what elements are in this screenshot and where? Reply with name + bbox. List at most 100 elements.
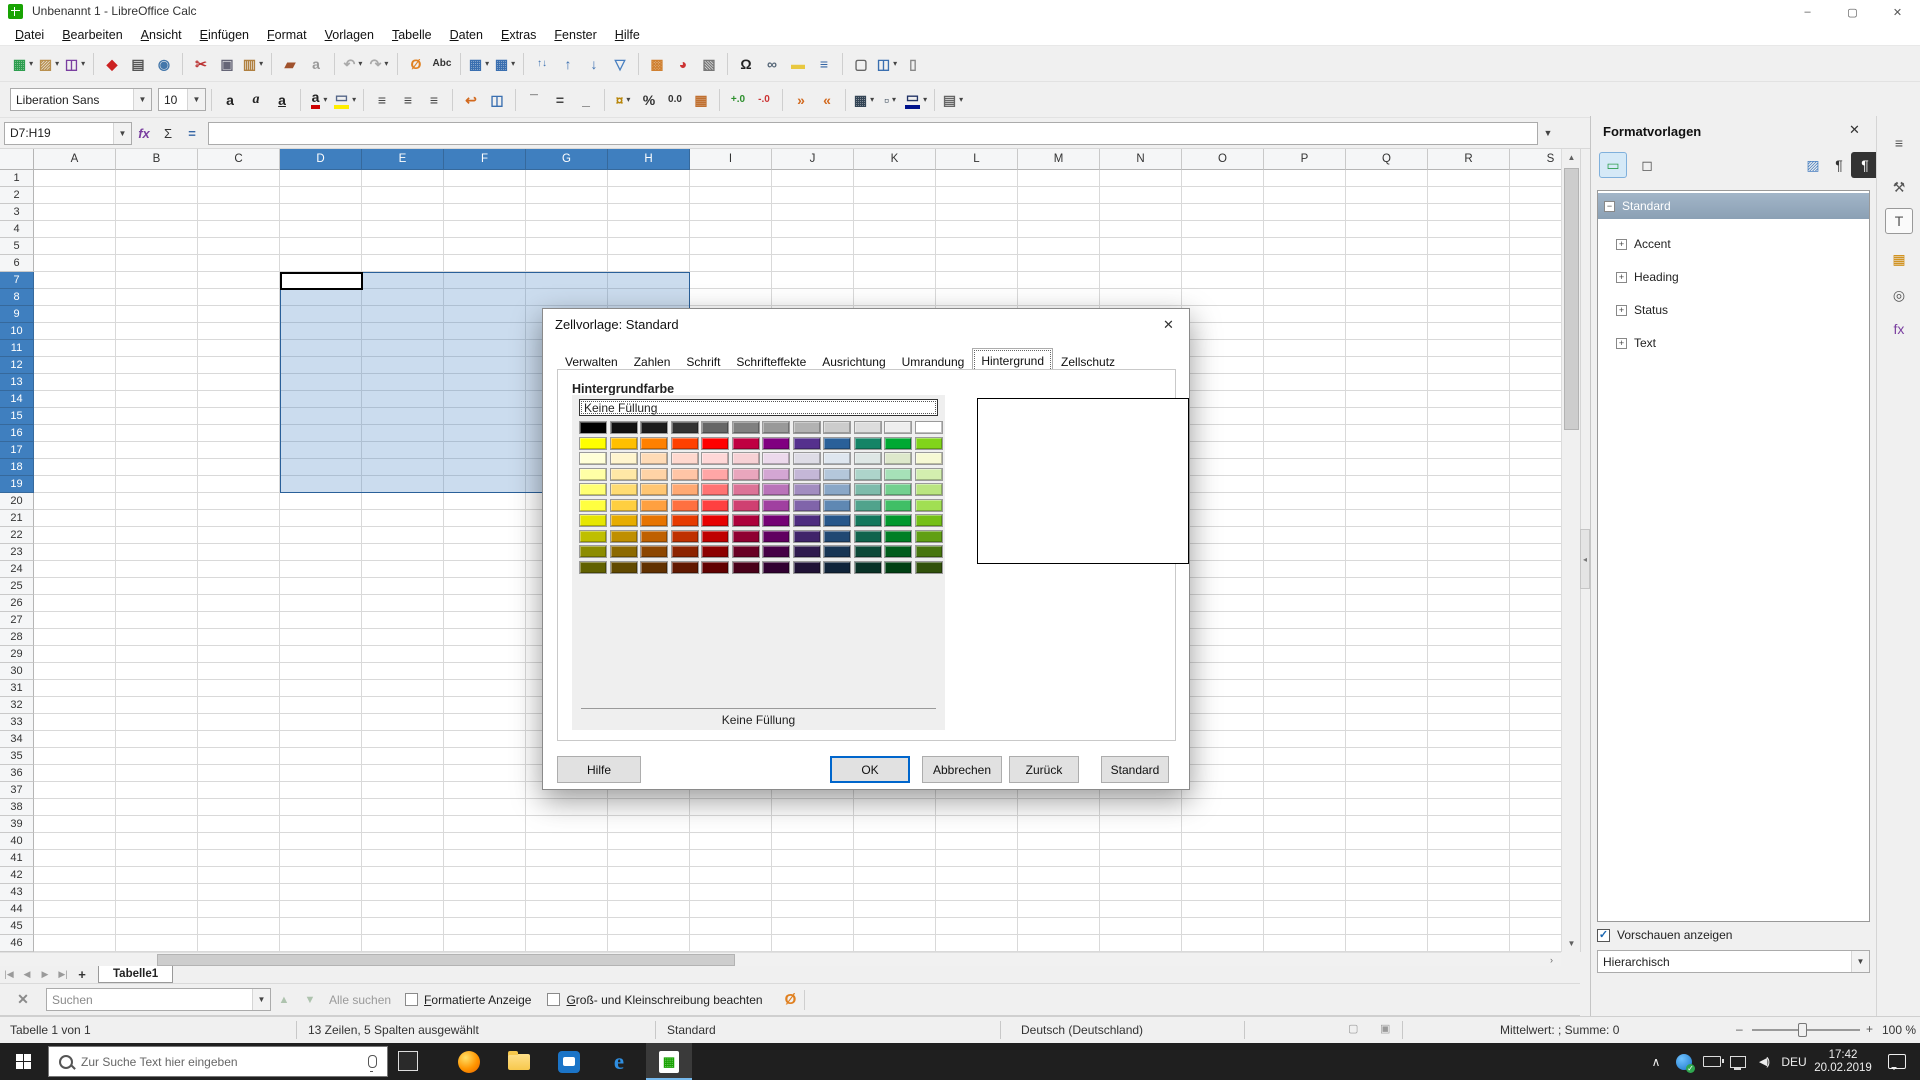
color-swatch-r3c12[interactable] — [914, 452, 943, 465]
row-header-20[interactable]: 20 — [0, 493, 34, 510]
color-swatch-r1c11[interactable] — [884, 421, 912, 434]
row-header-7[interactable]: 7 — [0, 272, 34, 289]
color-swatch-r10c3[interactable] — [640, 560, 668, 574]
print-area-button[interactable]: ▢ — [849, 51, 873, 77]
minimize-button[interactable]: – — [1785, 0, 1830, 24]
chevron-down-icon[interactable]: ▾ — [29, 59, 33, 68]
open-button[interactable]: ▨ ▾ — [37, 51, 61, 77]
chevron-down-icon[interactable]: ▾ — [358, 59, 362, 68]
color-swatch-r2c11[interactable] — [884, 436, 912, 450]
color-swatch-r3c9[interactable] — [823, 452, 851, 465]
row-header-3[interactable]: 3 — [0, 204, 34, 221]
align-right-button[interactable]: ≡ — [422, 87, 446, 113]
borders-button[interactable]: ▦ ▾ — [852, 87, 876, 113]
insert-comment-button[interactable]: ▬ — [786, 51, 810, 77]
selection-mode-icon[interactable]: ▢ — [1348, 1022, 1358, 1035]
column-header-g[interactable]: G — [526, 149, 608, 170]
row-header-1[interactable]: 1 — [0, 170, 34, 187]
row-header-28[interactable]: 28 — [0, 629, 34, 646]
equals-button[interactable]: = — [180, 121, 204, 145]
color-swatch-r4c2[interactable] — [609, 467, 638, 481]
color-swatch-r2c7[interactable] — [762, 436, 790, 450]
date-format-button[interactable]: ▦ — [689, 87, 713, 113]
sidebar-settings-icon[interactable]: ≡ — [1885, 130, 1913, 156]
row-header-44[interactable]: 44 — [0, 901, 34, 918]
battery-tray-icon[interactable] — [1700, 1043, 1724, 1080]
row-header-26[interactable]: 26 — [0, 595, 34, 612]
column-header-d[interactable]: D — [280, 149, 362, 170]
search-input[interactable]: Suchen ▼ — [46, 988, 271, 1011]
align-center-button[interactable]: ≡ — [396, 87, 420, 113]
sort-button[interactable]: ↑↓ — [530, 51, 554, 77]
row-header-2[interactable]: 2 — [0, 187, 34, 204]
sum-button[interactable]: Σ — [156, 121, 180, 145]
row-header-38[interactable]: 38 — [0, 799, 34, 816]
close-button[interactable]: ✕ — [1875, 0, 1920, 24]
color-swatch-r8c11[interactable] — [884, 529, 912, 543]
row-header-24[interactable]: 24 — [0, 561, 34, 578]
color-swatch-r4c4[interactable] — [670, 467, 699, 481]
color-swatch-r9c5[interactable] — [701, 545, 729, 558]
color-swatch-r2c10[interactable] — [853, 436, 882, 450]
color-swatch-r2c1[interactable] — [579, 436, 607, 450]
color-swatch-r4c5[interactable] — [701, 467, 729, 481]
column-header-k[interactable]: K — [854, 149, 936, 170]
insert-column-button[interactable]: ▦ ▾ — [493, 51, 517, 77]
vertical-scrollbar-thumb[interactable] — [1564, 168, 1579, 430]
find-and-replace-icon[interactable]: Ø — [785, 991, 797, 1008]
row-header-18[interactable]: 18 — [0, 459, 34, 476]
menu-daten[interactable]: Daten — [441, 26, 492, 44]
menu-fenster[interactable]: Fenster — [545, 26, 605, 44]
color-swatch-r4c9[interactable] — [823, 467, 851, 481]
split-window-button[interactable]: ▯ — [901, 51, 925, 77]
properties-icon[interactable]: ⚒ — [1885, 174, 1913, 200]
color-swatch-r9c3[interactable] — [640, 545, 668, 558]
row-header-8[interactable]: 8 — [0, 289, 34, 306]
color-swatch-r4c7[interactable] — [762, 467, 790, 481]
edge-taskbar-icon[interactable]: e — [596, 1043, 642, 1080]
sum-average-status[interactable]: Mittelwert: ; Summe: 0 — [1500, 1023, 1619, 1037]
find-next-button[interactable]: ▼ — [297, 994, 323, 1006]
color-swatch-r1c7[interactable] — [762, 421, 790, 434]
color-swatch-r1c9[interactable] — [823, 421, 851, 434]
color-swatch-r9c4[interactable] — [670, 545, 699, 558]
color-swatch-r9c7[interactable] — [762, 545, 790, 558]
color-swatch-r7c9[interactable] — [823, 514, 851, 527]
align-top-button[interactable]: ¯ — [522, 87, 546, 113]
color-swatch-r8c4[interactable] — [670, 529, 699, 543]
color-swatch-r4c8[interactable] — [792, 467, 821, 481]
row-header-11[interactable]: 11 — [0, 340, 34, 357]
color-swatch-r4c1[interactable] — [579, 467, 607, 481]
first-sheet-button[interactable]: |◀ — [0, 969, 18, 980]
horizontal-scrollbar-thumb[interactable] — [157, 954, 735, 966]
row-header-6[interactable]: 6 — [0, 255, 34, 272]
color-swatch-r8c9[interactable] — [823, 529, 851, 543]
color-swatch-r7c4[interactable] — [670, 514, 699, 527]
color-swatch-r9c2[interactable] — [609, 545, 638, 558]
color-swatch-r1c3[interactable] — [640, 421, 668, 434]
help-button[interactable]: Hilfe — [557, 756, 641, 783]
color-swatch-r6c6[interactable] — [731, 498, 760, 512]
chevron-down-icon[interactable]: ▾ — [55, 59, 59, 68]
color-swatch-r6c3[interactable] — [640, 498, 668, 512]
save-button[interactable]: ◫ ▾ — [63, 51, 87, 77]
color-swatch-r7c1[interactable] — [579, 514, 607, 527]
color-swatch-r7c8[interactable] — [792, 514, 821, 527]
color-swatch-r7c7[interactable] — [762, 514, 790, 527]
color-swatch-r7c6[interactable] — [731, 514, 760, 527]
insert-image-button[interactable]: ▩ — [645, 51, 669, 77]
collapse-icon[interactable]: − — [1604, 200, 1615, 212]
row-header-30[interactable]: 30 — [0, 663, 34, 680]
color-swatch-r10c12[interactable] — [914, 560, 943, 574]
row-header-32[interactable]: 32 — [0, 697, 34, 714]
color-swatch-r5c6[interactable] — [731, 483, 760, 496]
ok-button[interactable]: OK — [830, 756, 910, 783]
color-swatch-r5c7[interactable] — [762, 483, 790, 496]
chevron-down-icon[interactable]: ▾ — [81, 59, 85, 68]
redo-button[interactable]: ↷ ▾ — [367, 51, 391, 77]
special-character-button[interactable]: Ω — [734, 51, 758, 77]
color-swatch-r4c6[interactable] — [731, 467, 760, 481]
no-fill-option[interactable]: Keine Füllung — [579, 399, 938, 416]
menu-datei[interactable]: Datei — [6, 26, 53, 44]
tray-expand-chevron-icon[interactable]: ∧ — [1644, 1043, 1668, 1080]
